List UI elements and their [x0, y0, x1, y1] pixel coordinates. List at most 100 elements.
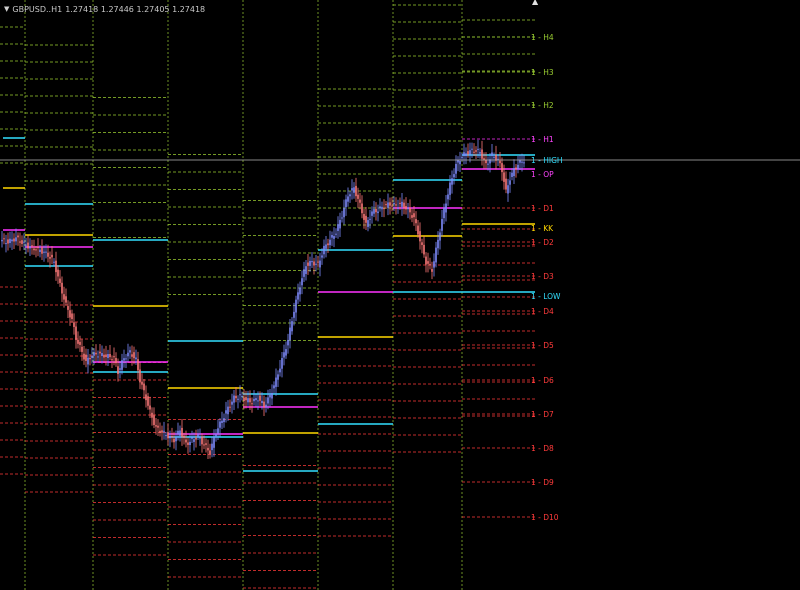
candle-body [471, 148, 473, 150]
candle-body [285, 349, 287, 356]
candle-body [363, 213, 365, 220]
candle-body [173, 438, 175, 443]
candle-body [519, 160, 521, 163]
candle-body [361, 203, 363, 214]
candle-body [97, 356, 99, 358]
candle-body [461, 157, 463, 159]
candle-body [483, 158, 485, 160]
candle-body [389, 202, 391, 206]
candle-body [227, 406, 229, 415]
triangle-down-icon[interactable]: ▼ [4, 5, 9, 13]
candle-body [235, 395, 237, 399]
candle-body [203, 444, 205, 446]
candle-body [377, 211, 379, 214]
candle-body [291, 321, 293, 332]
candle-body [455, 163, 457, 174]
candle-body [223, 418, 225, 423]
candle-body [355, 185, 357, 197]
candle-body [171, 436, 173, 438]
candle-body [353, 187, 355, 193]
candle-body [307, 262, 309, 266]
candle-body [115, 358, 117, 364]
candle-body [107, 354, 109, 359]
candle-body [435, 247, 437, 263]
candle-body [283, 352, 285, 358]
candle-body [395, 204, 397, 206]
candle-body [127, 352, 129, 357]
level-label: 1 - D1 [531, 204, 554, 213]
candle-body [77, 339, 79, 344]
candle-body [371, 211, 373, 216]
candle-body [417, 225, 419, 235]
candle-body [231, 401, 233, 405]
candle-body [445, 203, 447, 213]
candle-body [233, 395, 235, 403]
price-chart-canvas[interactable]: 1 - H4 1 - H3 1 - H2 1 - H1 1 - HIGH 1 - OP 1 … [0, 0, 800, 590]
candle-body [479, 152, 481, 154]
candle-body [289, 327, 291, 341]
candle-body [243, 397, 245, 402]
candle-body [135, 357, 137, 360]
candle-body [493, 156, 495, 158]
candle-body [11, 239, 13, 242]
candle-body [29, 246, 31, 249]
candle-body [379, 206, 381, 209]
candle-body [319, 260, 321, 268]
candle-body [487, 163, 489, 165]
candle-body [17, 235, 19, 238]
candle-body [241, 396, 243, 398]
candle-body [1, 239, 3, 242]
candle-body [217, 428, 219, 434]
level-label: 1 - H3 [531, 68, 554, 77]
candle-body [117, 366, 119, 375]
level-label: 1 - H1 [531, 135, 554, 144]
candle-body [359, 199, 361, 203]
candle-body [95, 352, 97, 355]
candle-body [335, 233, 337, 235]
candle-body [65, 296, 67, 303]
candle-body [183, 435, 185, 438]
candle-body [81, 346, 83, 352]
candle-body [195, 437, 197, 440]
candle-body [303, 269, 305, 277]
candle-body [193, 439, 195, 442]
candle-body [323, 245, 325, 255]
candle-body [301, 278, 303, 286]
candle-body [51, 254, 53, 258]
candle-body [123, 358, 125, 361]
candle-body [211, 443, 213, 451]
candle-body [131, 354, 133, 357]
candle-body [41, 247, 43, 254]
candle-body [39, 249, 41, 252]
candle-body [165, 435, 167, 437]
candle-body [321, 255, 323, 258]
candle-body [71, 313, 73, 320]
pivot-level-lines [0, 4, 535, 589]
candle-body [3, 238, 5, 240]
scroll-up-marker[interactable]: ▲ [532, 0, 538, 6]
candle-body [385, 204, 387, 206]
candle-body [521, 161, 523, 163]
candle-body [391, 205, 393, 207]
candle-body [159, 430, 161, 433]
candle-body [511, 172, 513, 177]
chart-window[interactable]: 1 - H4 1 - H3 1 - H2 1 - H1 1 - HIGH 1 - OP 1 … [0, 0, 800, 590]
candle-body [281, 358, 283, 369]
candle-body [143, 383, 145, 391]
candle-body [333, 236, 335, 239]
candle-body [315, 263, 317, 265]
candle-body [59, 278, 61, 283]
candle-body [225, 410, 227, 414]
candle-body [477, 148, 479, 150]
candle-body [263, 401, 265, 407]
candle-body [85, 354, 87, 361]
candle-body [433, 261, 435, 268]
candle-body [295, 299, 297, 313]
candle-body [447, 194, 449, 200]
candle-body [387, 202, 389, 208]
level-label: 1 - D8 [531, 444, 554, 453]
candle-body [293, 311, 295, 318]
candle-body [101, 353, 103, 357]
candle-body [237, 398, 239, 400]
candle-body [505, 178, 507, 190]
